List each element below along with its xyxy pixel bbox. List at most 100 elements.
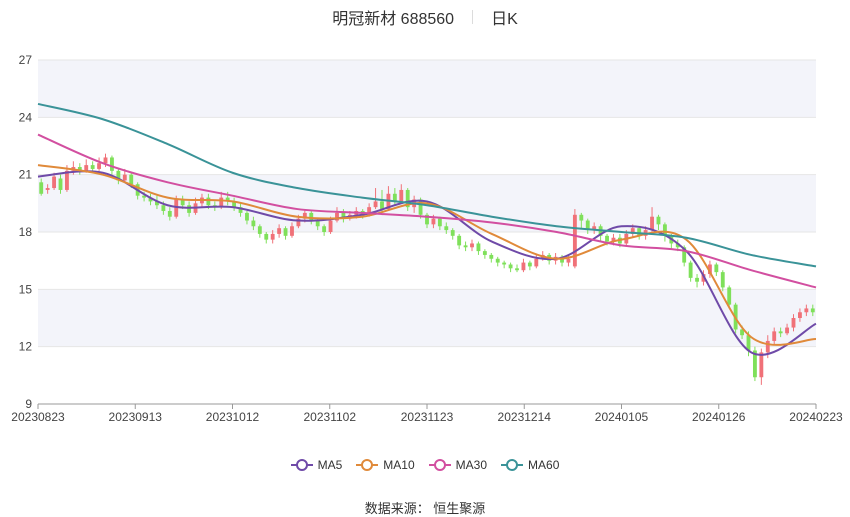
candle-body [810, 308, 815, 313]
candle-body [688, 262, 693, 278]
candle-body [727, 287, 732, 305]
legend-ma60-swatch [501, 459, 524, 471]
y-tick-label: 18 [19, 225, 33, 239]
candle-body [695, 277, 699, 282]
legend-item-ma5[interactable]: MA5 [290, 458, 343, 472]
legend-ma5-label: MA5 [317, 458, 343, 472]
candle-body [521, 262, 526, 271]
y-tick-label: 15 [19, 282, 33, 296]
legend-item-ma30[interactable]: MA30 [428, 458, 488, 472]
legend-item-ma60[interactable]: MA60 [501, 458, 559, 472]
candle-body [579, 214, 584, 221]
candle-body [482, 251, 487, 255]
candle-body [90, 165, 95, 169]
candle-body [804, 308, 809, 313]
candle-body [122, 174, 127, 181]
candle-body [476, 243, 481, 252]
candle-body [444, 226, 449, 231]
candle-body [508, 264, 513, 269]
candle-body [765, 340, 770, 353]
candle-body [572, 214, 577, 267]
x-tick-label: 20230823 [11, 410, 65, 424]
y-tick-label: 24 [19, 110, 33, 124]
candle-body [290, 226, 294, 236]
candle-body [450, 230, 455, 236]
candle-body [52, 176, 57, 189]
candle-body [161, 205, 166, 211]
y-tick-label: 27 [19, 53, 33, 67]
legend-ma5-swatch [290, 459, 313, 471]
candle-body [174, 199, 179, 217]
candle-body [720, 272, 725, 288]
grid-band [38, 289, 816, 347]
candle-body [129, 174, 134, 185]
candle-body [797, 312, 802, 318]
candle-body [399, 189, 404, 202]
candle-body [373, 201, 378, 208]
legend-item-ma10[interactable]: MA10 [356, 458, 415, 472]
candle-body [778, 331, 783, 334]
candle-body [167, 210, 172, 217]
x-tick-label: 20231123 [401, 410, 454, 424]
candle-body [309, 212, 314, 221]
candle-body [650, 216, 654, 231]
candle-body [470, 243, 474, 248]
candle-body [39, 182, 44, 194]
candle-body [437, 218, 442, 227]
y-tick-label: 12 [19, 340, 33, 354]
candle-body [270, 233, 275, 240]
candle-body [380, 201, 384, 210]
candle-body [264, 233, 269, 240]
candle-body [714, 264, 719, 273]
legend-ma60-label: MA60 [528, 458, 560, 472]
x-tick-label: 20231102 [304, 410, 357, 424]
x-tick-label: 20240105 [595, 410, 649, 424]
candle-body [251, 220, 256, 227]
candle-body [772, 331, 777, 341]
data-source: 数据来源： 恒生聚源 [364, 501, 486, 516]
x-tick-label: 20231214 [498, 410, 552, 424]
candle-body [759, 352, 764, 378]
candle-body [45, 188, 50, 190]
candle-body [785, 327, 789, 334]
candle-body [463, 245, 468, 248]
legend-ma10-swatch [356, 459, 379, 471]
candle-body [103, 157, 108, 164]
candle-body [84, 165, 89, 171]
candle-body [457, 235, 462, 246]
candle-body [534, 258, 539, 267]
x-tick-label: 20240223 [789, 410, 843, 424]
legend-ma10-label: MA10 [383, 458, 415, 472]
candle-body [418, 199, 423, 215]
y-tick-label: 9 [25, 397, 32, 411]
candle-body [245, 212, 249, 221]
legend-ma30-swatch [428, 459, 451, 471]
candle-body [515, 268, 519, 271]
candle-body [656, 216, 661, 225]
chart-legend: MA5 MA10 MA30 MA60 [0, 458, 850, 472]
candle-body [257, 226, 262, 234]
candle-body [187, 205, 192, 213]
candle-body [489, 254, 494, 259]
candle-body [495, 258, 500, 263]
candle-body [315, 220, 320, 227]
candle-body [322, 226, 327, 232]
y-tick-label: 21 [19, 168, 33, 182]
candle-body [97, 163, 102, 169]
grid-band [38, 60, 816, 118]
candle-body [605, 235, 609, 242]
x-tick-label: 20231012 [206, 410, 260, 424]
candle-body [791, 318, 796, 328]
candle-body [277, 228, 282, 234]
x-tick-label: 20230913 [109, 410, 163, 424]
kline-chart: 9 12 15 18 21 24 27 20230823 20230913 20231012 202… [11, 53, 843, 424]
candle-body [58, 178, 63, 190]
candle-body [110, 157, 114, 171]
candle-body [328, 220, 333, 232]
candle-body [502, 262, 507, 265]
candle-body [527, 262, 532, 267]
x-tick-label: 20240126 [692, 410, 746, 424]
legend-ma30-label: MA30 [455, 458, 488, 472]
candle-body [566, 258, 571, 263]
candle-body [431, 218, 436, 225]
